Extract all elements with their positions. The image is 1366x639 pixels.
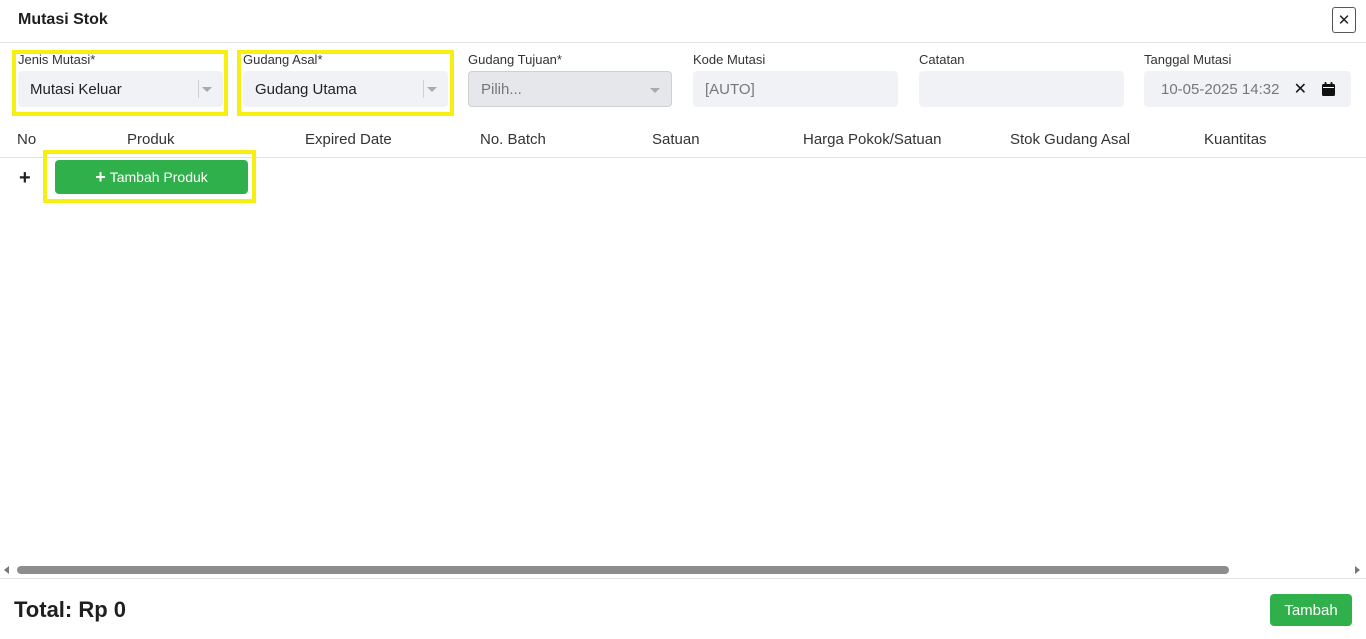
- scroll-right-icon[interactable]: [1355, 566, 1360, 574]
- gudang-tujuan-select[interactable]: Pilih...: [468, 71, 672, 107]
- chevron-down-icon[interactable]: [647, 72, 663, 108]
- modal-title: Mutasi Stok: [18, 11, 108, 28]
- tanggal-mutasi-value: 10-05-2025 14:32: [1161, 80, 1280, 98]
- scrollbar-thumb[interactable]: [17, 566, 1229, 574]
- column-header-satuan: Satuan: [652, 131, 700, 148]
- highlight-jenis-mutasi: [12, 50, 228, 116]
- gudang-tujuan-placeholder: Pilih...: [481, 80, 522, 98]
- kode-mutasi-input[interactable]: [AUTO]: [693, 71, 898, 107]
- tanggal-mutasi-label: Tanggal Mutasi: [1144, 52, 1232, 67]
- highlight-add-product: [43, 150, 256, 203]
- column-header-no-batch: No. Batch: [480, 131, 546, 148]
- gudang-tujuan-label: Gudang Tujuan*: [468, 52, 562, 67]
- modal-header: Mutasi Stok ✕: [0, 0, 1366, 43]
- total-amount: Total: Rp 0: [14, 597, 127, 622]
- highlight-gudang-asal: [237, 50, 454, 116]
- column-header-produk: Produk: [127, 131, 175, 148]
- column-header-expired-date: Expired Date: [305, 131, 392, 148]
- kode-mutasi-label: Kode Mutasi: [693, 52, 766, 67]
- catatan-input[interactable]: [919, 71, 1124, 107]
- tanggal-mutasi-input[interactable]: 10-05-2025 14:32 ✕: [1144, 71, 1351, 107]
- scroll-left-icon[interactable]: [4, 566, 9, 574]
- add-row-plus-icon[interactable]: +: [19, 167, 31, 190]
- column-header-no: No: [17, 131, 37, 148]
- submit-button[interactable]: Tambah: [1270, 594, 1352, 626]
- kode-mutasi-value: [AUTO]: [705, 80, 755, 98]
- modal-footer: Total: Rp 0 Tambah: [0, 578, 1366, 639]
- calendar-icon[interactable]: [1322, 82, 1335, 96]
- close-icon: ✕: [1337, 12, 1351, 29]
- column-header-stok-gudang-asal: Stok Gudang Asal: [1010, 131, 1131, 148]
- horizontal-scrollbar[interactable]: [0, 562, 1366, 578]
- catatan-label: Catatan: [919, 52, 965, 67]
- column-header-kuantitas: Kuantitas: [1204, 131, 1267, 148]
- clear-icon[interactable]: ✕: [1294, 71, 1307, 107]
- column-header-harga-pokok: Harga Pokok/Satuan: [803, 131, 942, 148]
- close-button[interactable]: ✕: [1332, 7, 1356, 33]
